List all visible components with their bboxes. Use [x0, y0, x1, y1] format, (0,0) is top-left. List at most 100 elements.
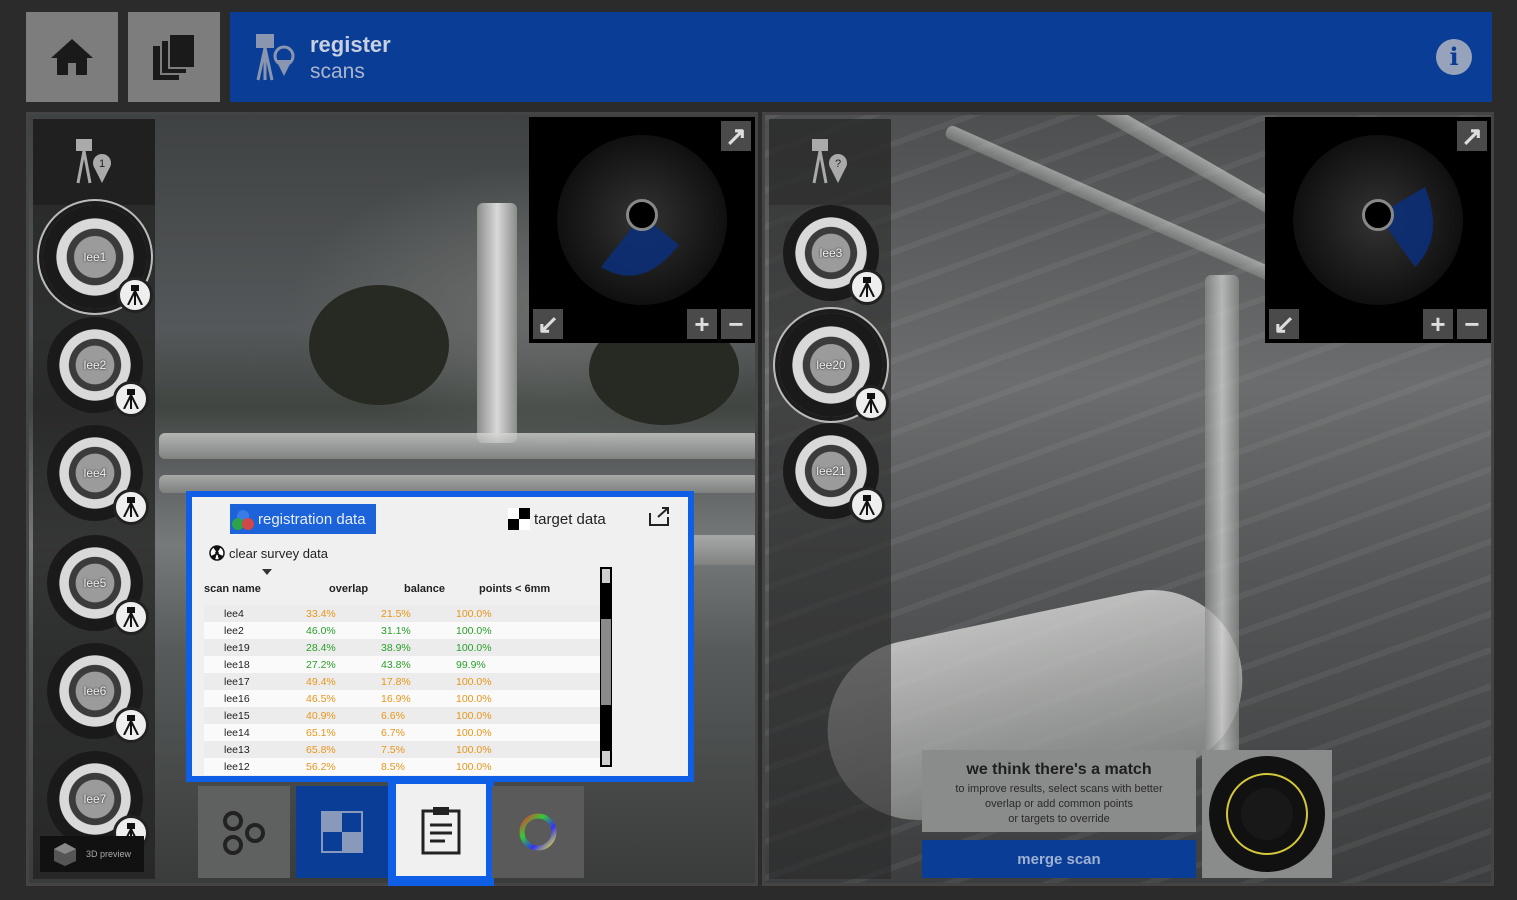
tripod-icon[interactable]: [117, 277, 153, 313]
cell-points: 100.0%: [456, 622, 600, 639]
minimap-position: [626, 199, 658, 231]
clear-survey-data-button[interactable]: clear survey data: [209, 545, 328, 561]
color-wheel-icon: [519, 813, 557, 851]
table-row[interactable]: lee19 28.4% 38.9% 100.0%: [204, 639, 600, 656]
table-row[interactable]: lee17 49.4% 17.8% 100.0%: [204, 673, 600, 690]
scan-label: lee21: [816, 464, 846, 478]
tab-registration-data[interactable]: registration data: [230, 504, 376, 534]
scan-label: lee7: [83, 792, 107, 806]
scroll-down-icon[interactable]: [602, 751, 610, 765]
table-row[interactable]: lee12 56.2% 8.5% 100.0%: [204, 758, 600, 775]
table-row[interactable]: lee18 27.2% 43.8% 99.9%: [204, 656, 600, 673]
cell-points: 100.0%: [456, 707, 600, 724]
cell-points: 100.0%: [456, 741, 600, 758]
table-scrollbar[interactable]: [600, 567, 612, 767]
color-tool-button[interactable]: [492, 786, 584, 878]
cell-points: 99.9%: [456, 656, 600, 673]
cell-scan-name: lee12: [204, 758, 306, 775]
scan-label: lee20: [816, 358, 846, 372]
cell-scan-name: lee17: [204, 673, 306, 690]
cube-icon: [54, 843, 76, 866]
scan-label: lee6: [83, 684, 107, 698]
left-minimap[interactable]: ↗ ↙ + −: [529, 117, 755, 343]
scan-label: lee1: [83, 250, 107, 264]
table-row[interactable]: lee16 46.5% 16.9% 100.0%: [204, 690, 600, 707]
info-button[interactable]: i: [1436, 39, 1472, 75]
expand-icon[interactable]: ↗: [721, 121, 751, 151]
match-card: we think there's a match to improve resu…: [922, 750, 1196, 832]
zoom-in-icon[interactable]: +: [687, 309, 717, 339]
scan-thumb-lee6[interactable]: lee6: [47, 643, 149, 743]
scan-thumb-lee5[interactable]: lee5: [47, 535, 149, 635]
col-scan-name[interactable]: scan name: [204, 583, 261, 595]
scene-trees: [309, 285, 449, 405]
cell-balance: 8.5%: [381, 758, 456, 775]
col-points[interactable]: points < 6mm: [479, 583, 550, 595]
cell-points: 100.0%: [456, 758, 600, 775]
collapse-icon[interactable]: ↙: [1269, 309, 1299, 339]
3d-preview-button[interactable]: 3D preview: [40, 836, 144, 872]
pages-button[interactable]: [128, 12, 220, 102]
sort-down-icon[interactable]: [262, 569, 272, 575]
zoom-out-icon[interactable]: −: [721, 309, 751, 339]
common-points-tool-button[interactable]: [198, 786, 290, 878]
table-row[interactable]: lee2 46.0% 31.1% 100.0%: [204, 622, 600, 639]
right-strip-header: ?: [769, 119, 891, 205]
scan-thumb-lee4[interactable]: lee4: [47, 425, 149, 525]
export-icon[interactable]: [648, 505, 672, 527]
checker-target-icon: [321, 811, 363, 853]
cell-scan-name: lee15: [204, 707, 306, 724]
home-button[interactable]: [26, 12, 118, 102]
merge-scan-button[interactable]: merge scan: [922, 840, 1196, 878]
scan-thumb-lee20[interactable]: lee20: [779, 313, 889, 421]
tripod-icon[interactable]: [113, 489, 149, 525]
right-scan-strip: ? lee3 lee20 lee21: [769, 119, 891, 879]
cell-points: 100.0%: [456, 605, 600, 622]
col-overlap[interactable]: overlap: [329, 583, 368, 595]
checker-target-icon: [508, 508, 530, 530]
tripod-icon[interactable]: [849, 487, 885, 523]
cell-scan-name: lee13: [204, 741, 306, 758]
tripod-icon[interactable]: [853, 385, 889, 421]
expand-icon[interactable]: ↗: [1457, 121, 1487, 151]
zoom-in-icon[interactable]: +: [1423, 309, 1453, 339]
scan-thumb-lee2[interactable]: lee2: [47, 317, 149, 417]
scan-thumb-lee21[interactable]: lee21: [783, 423, 885, 523]
match-hint-line3: or targets to override: [1008, 813, 1110, 825]
target-button[interactable]: [1202, 750, 1332, 878]
cell-scan-name: lee2: [204, 622, 306, 639]
tab-target-data[interactable]: target data: [506, 504, 606, 534]
tripod-icon[interactable]: [849, 269, 885, 305]
cell-overlap: 28.4%: [306, 639, 381, 656]
right-minimap[interactable]: ↗ ↙ + −: [1265, 117, 1491, 343]
table-row[interactable]: lee14 65.1% 6.7% 100.0%: [204, 724, 600, 741]
registration-table: lee4 33.4% 21.5% 100.0% lee2 46.0% 31.1% 100.0%…: [204, 605, 600, 775]
tripod-icon[interactable]: [113, 599, 149, 635]
scan-thumb-lee3[interactable]: lee3: [783, 205, 885, 305]
tripod-icon[interactable]: [113, 707, 149, 743]
cell-overlap: 56.2%: [306, 758, 381, 775]
left-scan-strip: 1 lee1 lee2 lee4 lee5 lee6 lee7: [33, 119, 155, 879]
scan-label: lee3: [819, 246, 843, 260]
collapse-icon[interactable]: ↙: [533, 309, 563, 339]
table-row[interactable]: lee15 40.9% 6.6% 100.0%: [204, 707, 600, 724]
col-balance[interactable]: balance: [404, 583, 445, 595]
scroll-up-icon[interactable]: [602, 569, 610, 583]
target-tool-button[interactable]: [296, 786, 388, 878]
scroll-thumb[interactable]: [601, 619, 611, 705]
table-row[interactable]: lee13 65.8% 7.5% 100.0%: [204, 741, 600, 758]
registration-data-tool-button[interactable]: [388, 780, 494, 886]
scan-thumb-lee7[interactable]: lee7: [47, 751, 149, 851]
clear-survey-label: clear survey data: [229, 545, 328, 561]
scan-location-icon: 1: [76, 139, 111, 184]
pages-icon: [153, 33, 196, 80]
zoom-out-icon[interactable]: −: [1457, 309, 1487, 339]
register-scans-logo-icon: [256, 34, 295, 81]
cell-overlap: 40.9%: [306, 707, 381, 724]
scan-thumb-lee1[interactable]: lee1: [43, 205, 153, 313]
cell-balance: 31.1%: [381, 622, 456, 639]
cell-overlap: 27.2%: [306, 656, 381, 673]
table-row[interactable]: lee4 33.4% 21.5% 100.0%: [204, 605, 600, 622]
registration-dots-icon: [232, 510, 254, 530]
tripod-icon[interactable]: [113, 381, 149, 417]
